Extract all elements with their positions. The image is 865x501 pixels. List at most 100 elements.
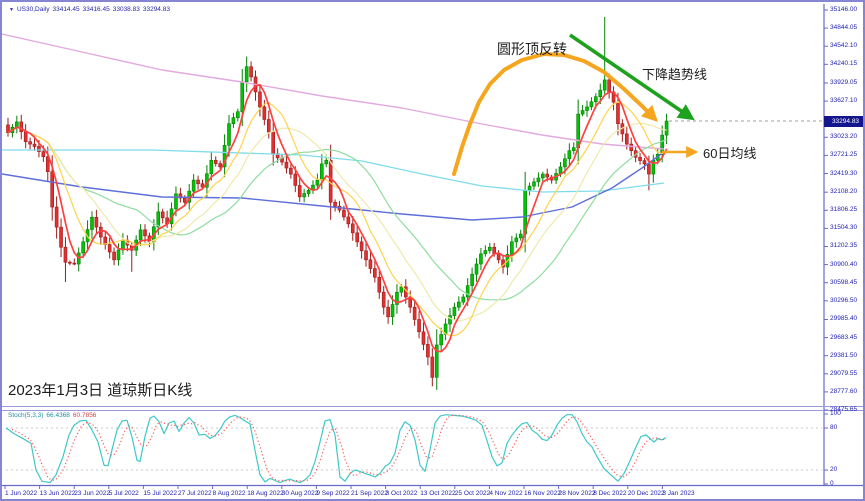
chart-dropdown-icon[interactable]: ▼ xyxy=(9,6,14,14)
candle xyxy=(113,252,116,260)
candle xyxy=(387,307,390,317)
candle xyxy=(643,161,646,164)
candle xyxy=(599,90,602,97)
quote-high: 33416.45 xyxy=(83,6,110,14)
symbol-timeframe: US30,Daily xyxy=(17,6,50,14)
candle xyxy=(214,160,217,163)
candle xyxy=(29,142,32,144)
annotation-60day-ma: 60日均线 xyxy=(703,143,756,162)
candle xyxy=(183,198,186,202)
moving-averages-layer xyxy=(2,34,667,352)
candle xyxy=(245,67,248,82)
candle xyxy=(453,307,456,315)
candle xyxy=(64,247,67,262)
candle xyxy=(197,180,200,184)
candle xyxy=(285,162,288,168)
candle xyxy=(391,304,394,316)
candle xyxy=(117,250,120,260)
candle xyxy=(541,174,544,178)
candle xyxy=(577,114,580,148)
candle xyxy=(20,122,23,132)
chart-caption: 2023年1月3日 道琼斯日K线 xyxy=(8,379,192,400)
candle xyxy=(303,194,306,197)
stochastic-header: Stoch(5,3,3) 66.4368 60.7856 xyxy=(8,412,96,419)
candle xyxy=(590,102,593,107)
candle xyxy=(586,107,589,111)
candle xyxy=(263,107,266,120)
chart-window: ▼ US30,Daily 33414.45 33416.45 33038.83 … xyxy=(0,0,865,501)
candle xyxy=(139,230,142,240)
candle xyxy=(161,212,164,218)
candle xyxy=(382,292,385,307)
stochastic-d-value: 60.7856 xyxy=(73,412,97,419)
candle xyxy=(24,132,27,142)
current-price-badge: 33294.83 xyxy=(824,116,865,127)
candle xyxy=(488,247,491,250)
candle xyxy=(418,319,421,331)
stoch-k-line xyxy=(6,415,666,483)
stochastic-gridlines xyxy=(6,428,822,470)
stochastic-k-value: 66.4368 xyxy=(46,412,70,419)
candle xyxy=(95,217,98,227)
candle xyxy=(33,144,36,146)
candle xyxy=(90,217,93,229)
candle xyxy=(351,224,354,233)
candle xyxy=(479,254,482,264)
candle xyxy=(365,251,368,260)
price-chart-canvas[interactable] xyxy=(2,2,865,501)
candle xyxy=(334,202,337,206)
candle xyxy=(532,182,535,186)
candle xyxy=(347,217,350,224)
candle xyxy=(272,132,275,154)
candle xyxy=(369,260,372,269)
candle xyxy=(316,180,319,185)
quote-open: 33414.45 xyxy=(52,6,79,14)
candle xyxy=(298,185,301,196)
candle xyxy=(144,230,147,236)
candle xyxy=(267,119,270,132)
annotation-round-top-reversal: 圆形顶反转 xyxy=(497,39,567,59)
candle xyxy=(594,97,597,102)
candle xyxy=(563,159,566,167)
candle xyxy=(360,242,363,251)
candle xyxy=(510,242,513,255)
candle xyxy=(73,263,76,264)
candle xyxy=(329,160,332,202)
candle xyxy=(559,167,562,174)
candle xyxy=(174,194,177,209)
stochastic-lines xyxy=(6,415,666,483)
candle xyxy=(413,307,416,319)
candle xyxy=(342,210,345,217)
candle xyxy=(608,80,611,92)
quote-header: ▼ US30,Daily 33414.45 33416.45 33038.83 … xyxy=(9,6,170,14)
candle xyxy=(68,262,71,263)
candle xyxy=(616,102,619,124)
candle xyxy=(307,190,310,193)
candle xyxy=(320,164,323,180)
candle xyxy=(515,238,518,242)
candle xyxy=(426,344,429,357)
candle xyxy=(568,151,571,159)
candle xyxy=(475,264,478,274)
candle xyxy=(546,174,549,177)
candle xyxy=(422,332,425,345)
candle xyxy=(537,178,540,182)
candle xyxy=(572,148,575,151)
candle xyxy=(192,180,195,191)
annotation-downtrend-line: 下降趋势线 xyxy=(642,64,707,83)
candle xyxy=(325,160,328,164)
quote-close: 33294.83 xyxy=(143,6,170,14)
candle xyxy=(484,251,487,254)
candle xyxy=(528,186,531,190)
candle xyxy=(294,174,297,185)
candle xyxy=(519,234,522,238)
candle xyxy=(630,144,633,151)
candle xyxy=(625,134,628,144)
candle xyxy=(228,124,231,146)
candle xyxy=(241,82,244,112)
candle xyxy=(108,245,111,252)
candle xyxy=(581,111,584,115)
candle xyxy=(356,233,359,242)
candle xyxy=(37,146,40,151)
candle xyxy=(42,152,45,157)
